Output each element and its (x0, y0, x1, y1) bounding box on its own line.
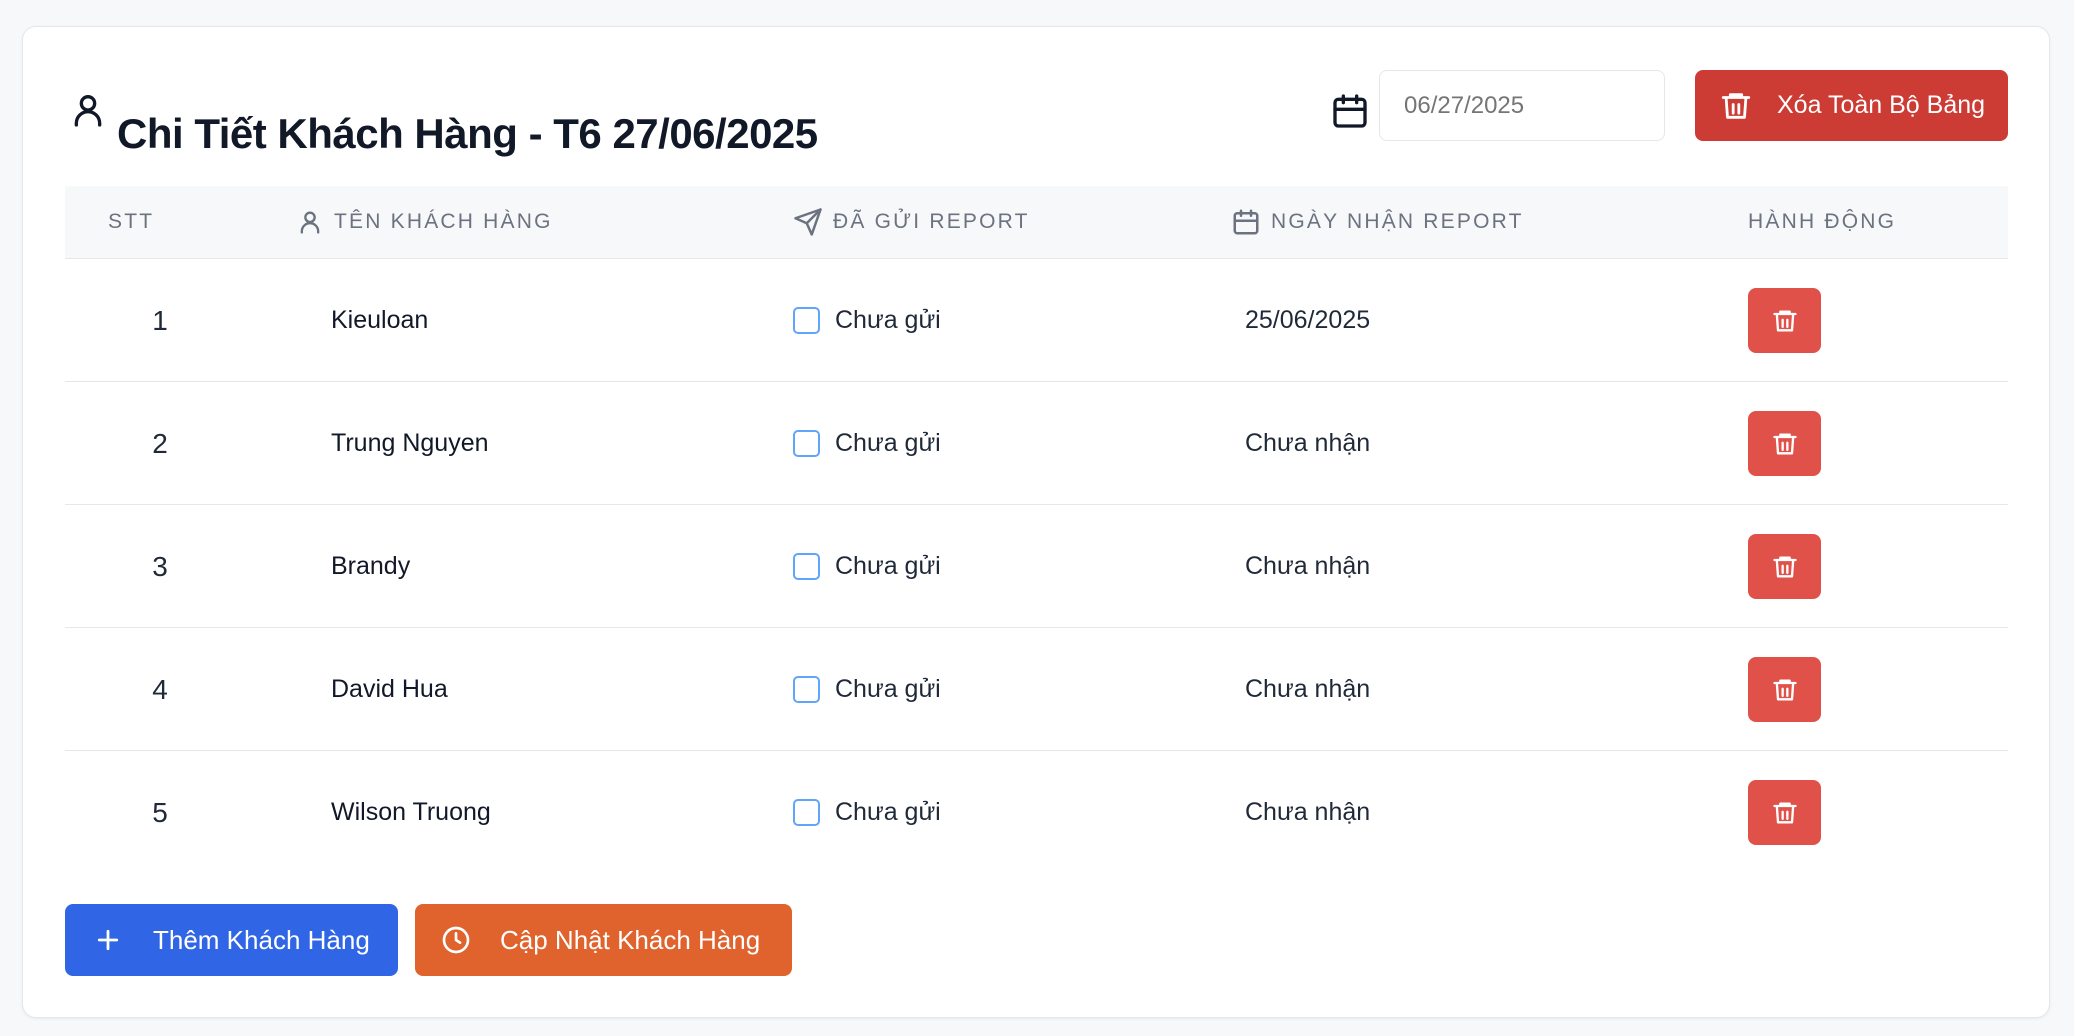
date-input[interactable] (1379, 70, 1665, 141)
update-customer-label: Cập Nhật Khách Hàng (500, 924, 761, 955)
delete-row-button[interactable] (1748, 534, 1821, 599)
customer-name: Kieuloan (331, 306, 429, 334)
report-sent-checkbox[interactable] (793, 307, 820, 334)
actions-cell (1748, 382, 1821, 505)
delete-row-button[interactable] (1748, 288, 1821, 353)
report-sent-cell: Chưa gửi (793, 259, 941, 382)
column-header-report-date: NGÀY NHẬN REPORT (1231, 186, 1524, 258)
report-sent-cell: Chưa gửi (793, 628, 941, 751)
calendar-icon (1333, 94, 1367, 128)
trash-icon (1772, 679, 1797, 700)
report-sent-cell: Chưa gửi (793, 751, 941, 874)
report-sent-status: Chưa gửi (835, 429, 941, 457)
page-title: Chi Tiết Khách Hàng - T6 27/06/2025 (117, 110, 818, 157)
customer-name: Trung Nguyen (331, 429, 489, 457)
report-sent-cell: Chưa gửi (793, 505, 941, 628)
table-row: 4 David Hua Chưa gửi Chưa nhận (65, 628, 2008, 751)
add-customer-label: Thêm Khách Hàng (153, 924, 370, 955)
report-received-date: 25/06/2025 (1245, 306, 1371, 334)
report-sent-cell: Chưa gửi (793, 382, 941, 505)
user-icon (300, 211, 320, 234)
report-received-date: Chưa nhận (1245, 675, 1371, 703)
table-row: 5 Wilson Truong Chưa gửi Chưa nhận (65, 751, 2008, 874)
clear-table-label: Xóa Toàn Bộ Bảng (1777, 91, 1986, 119)
row-index: 2 (152, 427, 168, 459)
report-received-date: Chưa nhận (1245, 552, 1371, 580)
plus-icon (97, 929, 119, 951)
table-row: 3 Brandy Chưa gửi Chưa nhận (65, 505, 2008, 628)
customer-name: Brandy (331, 552, 411, 580)
clear-table-button[interactable]: Xóa Toàn Bộ Bảng (1695, 70, 2008, 141)
update-customer-button[interactable]: Cập Nhật Khách Hàng (415, 904, 792, 976)
report-sent-status: Chưa gửi (835, 306, 941, 334)
report-sent-status: Chưa gửi (835, 675, 941, 703)
actions-cell (1748, 628, 1821, 751)
table-row: 1 Kieuloan Chưa gửi 25/06/2025 (65, 259, 2008, 382)
row-index: 5 (152, 796, 168, 828)
table-row: 2 Trung Nguyen Chưa gửi Chưa nhận (65, 382, 2008, 505)
add-customer-button[interactable]: Thêm Khách Hàng (65, 904, 398, 976)
row-index: 3 (152, 550, 168, 582)
trash-icon (1772, 310, 1797, 331)
report-sent-checkbox[interactable] (793, 799, 820, 826)
report-received-date: Chưa nhận (1245, 798, 1371, 826)
delete-row-button[interactable] (1748, 411, 1821, 476)
column-header-report-sent-label: ĐÃ GỬI REPORT (833, 210, 1030, 233)
column-header-customer-name-label: TÊN KHÁCH HÀNG (334, 210, 553, 233)
report-sent-checkbox[interactable] (793, 553, 820, 580)
clock-icon (442, 926, 470, 954)
actions-cell (1748, 505, 1821, 628)
customer-detail-card: Chi Tiết Khách Hàng - T6 27/06/2025 Xóa … (22, 26, 2050, 1018)
report-sent-status: Chưa gửi (835, 798, 941, 826)
trash-icon (1772, 802, 1797, 823)
column-header-actions: HÀNH ĐỘNG (1748, 210, 1897, 233)
report-sent-checkbox[interactable] (793, 676, 820, 703)
trash-icon (1721, 92, 1751, 119)
delete-row-button[interactable] (1748, 657, 1821, 722)
column-header-report-date-label: NGÀY NHẬN REPORT (1271, 210, 1524, 233)
row-index: 4 (152, 673, 168, 705)
report-received-date: Chưa nhận (1245, 429, 1371, 457)
actions-cell (1748, 751, 1821, 874)
report-sent-status: Chưa gửi (835, 552, 941, 580)
actions-cell (1748, 259, 1821, 382)
table-header: STT TÊN KHÁCH HÀNG ĐÃ GỬI REPORT NGÀY NH… (65, 186, 2008, 259)
report-sent-checkbox[interactable] (793, 430, 820, 457)
calendar-icon (1233, 209, 1259, 235)
row-index: 1 (152, 304, 168, 336)
customer-name: David Hua (331, 675, 448, 703)
send-icon (794, 208, 822, 236)
column-header-report-sent: ĐÃ GỬI REPORT (793, 186, 1030, 258)
column-header-customer-name: TÊN KHÁCH HÀNG (296, 186, 553, 258)
user-icon (74, 95, 102, 127)
column-header-index: STT (108, 210, 155, 233)
delete-row-button[interactable] (1748, 780, 1821, 845)
customer-name: Wilson Truong (331, 798, 491, 826)
trash-icon (1772, 433, 1797, 454)
trash-icon (1772, 556, 1797, 577)
